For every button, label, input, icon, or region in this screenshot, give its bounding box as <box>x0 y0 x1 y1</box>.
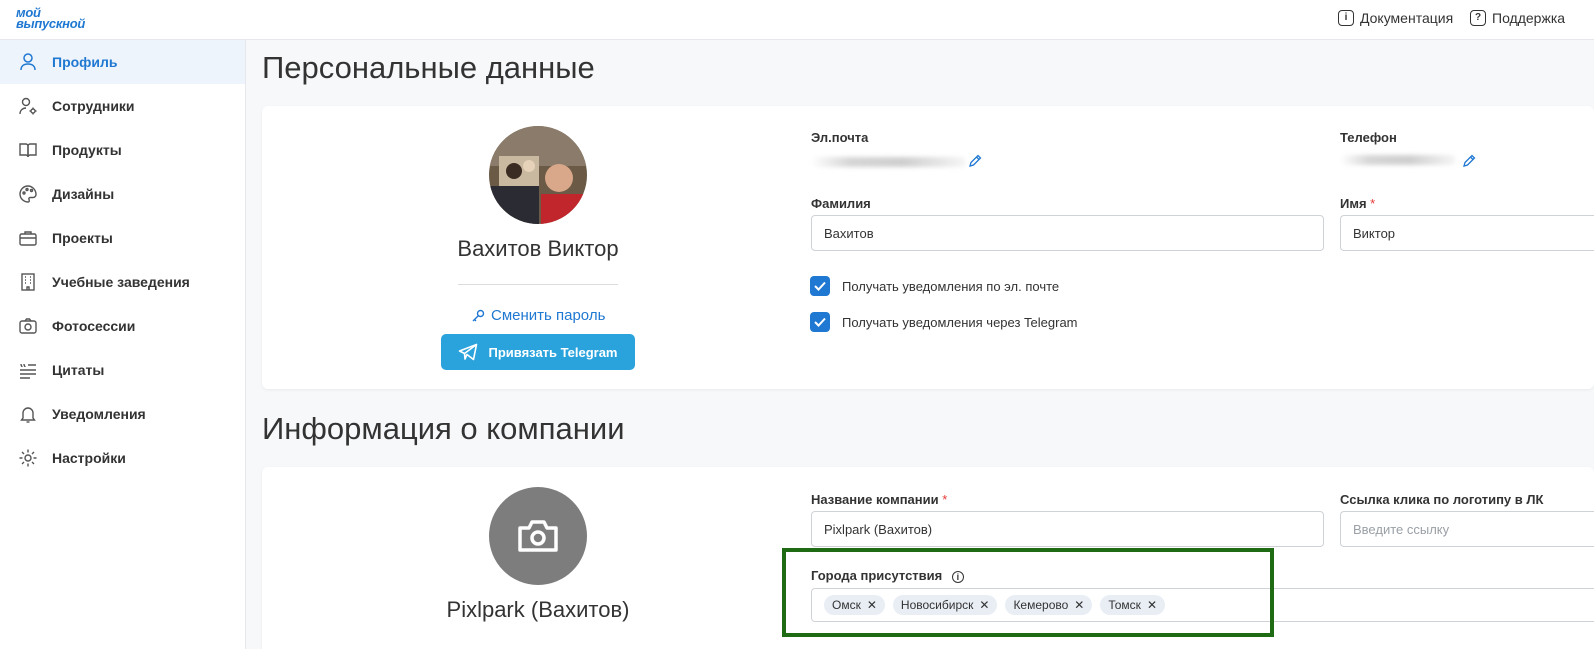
link-telegram-button[interactable]: Привязать Telegram <box>441 334 635 370</box>
logo[interactable]: мой выпускной <box>16 6 85 31</box>
edit-phone-icon[interactable] <box>1462 154 1476 168</box>
user-gear-icon <box>18 96 38 116</box>
docs-link[interactable]: i Документация <box>1338 10 1453 26</box>
notify-email-label: Получать уведомления по эл. почте <box>842 278 1060 294</box>
sidebar-item-label: Уведомления <box>52 406 146 422</box>
notify-telegram-checkbox[interactable]: Получать уведомления через Telegram <box>810 312 1078 332</box>
gear-icon <box>18 448 38 468</box>
camera-icon <box>518 520 558 552</box>
telegram-icon <box>459 343 478 361</box>
top-bar: мой выпускной i Документация ? Поддержка <box>0 0 1594 40</box>
support-link[interactable]: ? Поддержка <box>1470 10 1565 26</box>
sidebar-item-label: Учебные заведения <box>52 274 190 290</box>
sidebar-item-designs[interactable]: Дизайны <box>0 172 245 216</box>
sidebar-item-settings[interactable]: Настройки <box>0 436 245 480</box>
sidebar: Профиль Сотрудники Продукты Дизайны Прое… <box>0 40 246 649</box>
checkbox-checked-icon[interactable] <box>810 276 830 296</box>
phone-label: Телефон <box>1340 130 1397 145</box>
logo-link-label: Ссылка клика по логотипу в ЛК <box>1340 492 1544 507</box>
sidebar-item-label: Проекты <box>52 230 113 246</box>
required-mark: * <box>1370 196 1376 211</box>
notify-telegram-label: Получать уведомления через Telegram <box>842 314 1078 330</box>
firstname-label-text: Имя <box>1340 196 1367 211</box>
email-value-blurred <box>811 157 966 167</box>
sidebar-item-photoshoots[interactable]: Фотосессии <box>0 304 245 348</box>
edit-email-icon[interactable] <box>968 154 982 168</box>
avatar[interactable] <box>489 126 587 224</box>
sidebar-item-schools[interactable]: Учебные заведения <box>0 260 245 304</box>
help-icon: ? <box>1470 10 1486 26</box>
sidebar-item-label: Фотосессии <box>52 318 136 334</box>
quote-icon <box>18 360 38 380</box>
company-name-label: Название компании * <box>811 492 947 507</box>
firstname-input[interactable]: Виктор <box>1340 215 1594 251</box>
email-label: Эл.почта <box>811 130 869 145</box>
change-password-link[interactable]: Сменить пароль <box>471 307 605 324</box>
book-icon <box>18 140 38 160</box>
palette-icon <box>18 184 38 204</box>
info-icon: i <box>1338 10 1354 26</box>
bell-icon <box>18 404 38 424</box>
profile-divider <box>458 284 618 285</box>
camera-icon <box>18 316 38 336</box>
company-name-label-text: Название компании <box>811 492 939 507</box>
user-icon <box>18 52 38 72</box>
profile-full-name: Вахитов Виктор <box>457 236 619 261</box>
sidebar-item-quotes[interactable]: Цитаты <box>0 348 245 392</box>
sidebar-item-label: Профиль <box>52 54 118 70</box>
sidebar-item-products[interactable]: Продукты <box>0 128 245 172</box>
lastname-input[interactable]: Вахитов <box>811 215 1324 251</box>
sidebar-item-label: Настройки <box>52 450 126 466</box>
personal-section-title: Персональные данные <box>262 50 595 85</box>
sidebar-item-employees[interactable]: Сотрудники <box>0 84 245 128</box>
key-icon <box>472 309 485 321</box>
sidebar-item-label: Сотрудники <box>52 98 135 114</box>
briefcase-icon <box>18 228 38 248</box>
sidebar-item-label: Цитаты <box>52 362 105 378</box>
company-name-input[interactable]: Pixlpark (Вахитов) <box>811 511 1324 547</box>
notify-email-checkbox[interactable]: Получать уведомления по эл. почте <box>810 276 1059 296</box>
docs-label: Документация <box>1360 10 1454 26</box>
required-mark: * <box>942 492 948 507</box>
lastname-label: Фамилия <box>811 196 871 211</box>
support-label: Поддержка <box>1492 10 1566 26</box>
building-icon <box>18 272 38 292</box>
sidebar-item-notifications[interactable]: Уведомления <box>0 392 245 436</box>
company-name-display: Pixlpark (Вахитов) <box>446 597 630 622</box>
logo-link-input[interactable]: Введите ссылку <box>1340 511 1594 547</box>
link-telegram-label: Привязать Telegram <box>488 344 618 360</box>
sidebar-item-profile[interactable]: Профиль <box>0 40 245 84</box>
sidebar-item-projects[interactable]: Проекты <box>0 216 245 260</box>
sidebar-item-label: Дизайны <box>52 186 115 202</box>
company-section-title: Информация о компании <box>262 411 625 446</box>
company-logo-upload[interactable] <box>489 487 587 585</box>
logo-line-2: выпускной <box>16 16 85 31</box>
highlight-box <box>782 548 1274 637</box>
sidebar-item-label: Продукты <box>52 142 122 158</box>
change-password-label: Сменить пароль <box>491 307 606 324</box>
firstname-label: Имя * <box>1340 196 1375 211</box>
phone-value-blurred <box>1340 155 1456 165</box>
checkbox-checked-icon[interactable] <box>810 312 830 332</box>
